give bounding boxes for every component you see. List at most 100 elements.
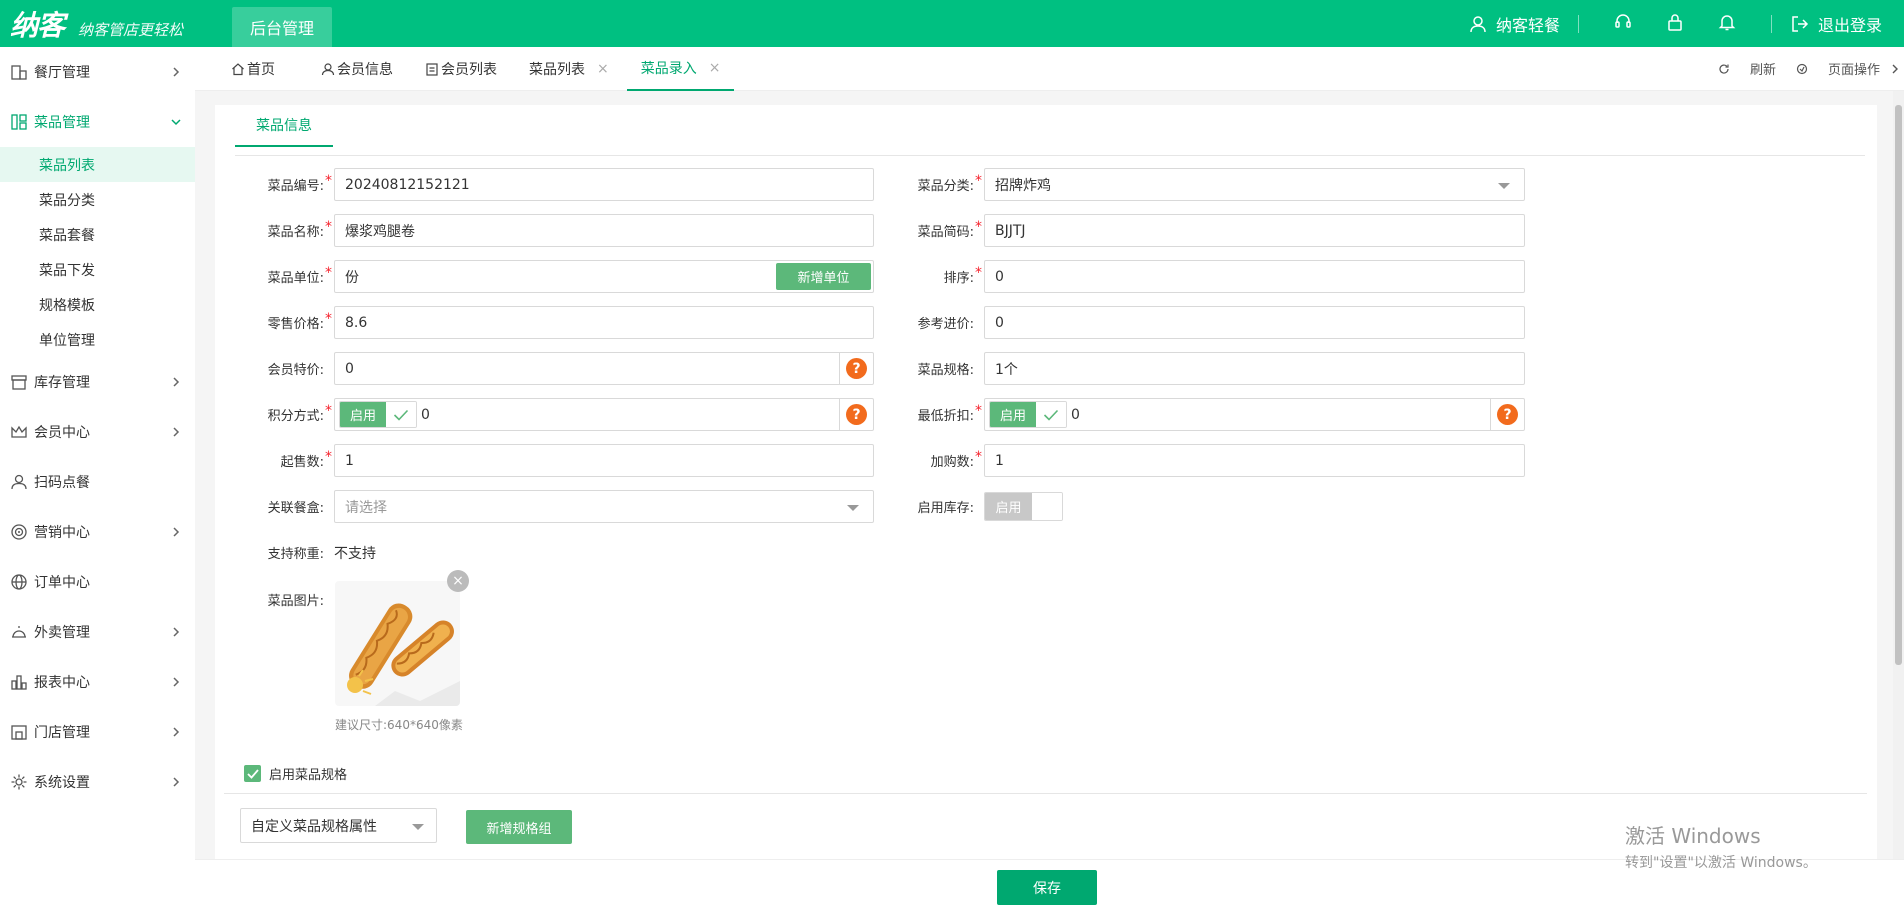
tab-member-info[interactable]: 会员信息 xyxy=(307,47,407,91)
close-icon[interactable]: × xyxy=(709,60,721,76)
required-mark: * xyxy=(325,265,332,281)
sidebar-item-inventory[interactable]: 库存管理 xyxy=(0,357,195,407)
required-mark: * xyxy=(975,449,982,465)
windows-activation-watermark: 激活 Windows 转到"设置"以激活 Windows。 xyxy=(1625,820,1817,872)
discount-toggle[interactable]: 启用 xyxy=(989,401,1067,428)
sort-input[interactable]: 0 xyxy=(984,260,1525,293)
tab-label: 菜品列表 xyxy=(529,61,585,78)
field-label: 起售数: xyxy=(280,455,324,470)
add-unit-button[interactable]: 新增单位 xyxy=(776,263,871,290)
lock-button[interactable] xyxy=(1661,12,1689,36)
help-button[interactable]: ? xyxy=(839,399,873,430)
chevron-right-icon xyxy=(173,727,180,737)
target-icon xyxy=(11,524,27,540)
field-label: 加购数: xyxy=(930,455,974,470)
sidebar-item-member[interactable]: 会员中心 xyxy=(0,407,195,457)
enable-spec-checkbox[interactable]: 启用菜品规格 xyxy=(244,764,347,783)
box-select[interactable]: 请选择 xyxy=(334,490,874,523)
ref-price-input[interactable]: 0 xyxy=(984,306,1525,339)
headset-button[interactable] xyxy=(1609,12,1637,36)
page-ops-icon xyxy=(1796,63,1808,74)
sidebar: 餐厅管理 菜品管理 菜品列表 菜品分类 菜品套餐 菜品下发 规格模板 单位管理 … xyxy=(0,47,195,911)
points-mode-input[interactable]: 启用 0 ? xyxy=(334,398,874,431)
chevron-right-icon xyxy=(173,777,180,787)
help-icon: ? xyxy=(846,404,867,425)
points-toggle[interactable]: 启用 xyxy=(339,401,417,428)
chevron-down-icon xyxy=(847,505,859,511)
row-dish-image: 菜品图片: xyxy=(242,590,334,609)
enable-spec-label: 启用菜品规格 xyxy=(269,768,348,783)
stock-toggle[interactable]: 启用 xyxy=(984,492,1063,521)
dish-code-input[interactable]: 20240812152121 xyxy=(334,168,874,201)
sidebar-item-reports[interactable]: 报表中心 xyxy=(0,657,195,707)
check-icon xyxy=(244,765,261,782)
dish-category-select[interactable]: 招牌炸鸡 xyxy=(984,168,1525,201)
sidebar-subitem-spec-template[interactable]: 规格模板 xyxy=(0,287,195,322)
sidebar-item-marketing[interactable]: 营销中心 xyxy=(0,507,195,557)
required-mark: * xyxy=(325,449,332,465)
box-placeholder: 请选择 xyxy=(345,499,387,516)
add-qty-input[interactable]: 1 xyxy=(984,444,1525,477)
sidebar-item-stores[interactable]: 门店管理 xyxy=(0,707,195,757)
member-price-input[interactable]: 0 ? xyxy=(334,352,874,385)
sidebar-subitem-dish-distribute[interactable]: 菜品下发 xyxy=(0,252,195,287)
help-button[interactable]: ? xyxy=(839,353,873,384)
sidebar-item-label: 餐厅管理 xyxy=(34,65,90,81)
help-button[interactable]: ? xyxy=(1490,399,1524,430)
sidebar-item-takeaway[interactable]: 外卖管理 xyxy=(0,607,195,657)
sidebar-item-dishes[interactable]: 菜品管理 xyxy=(0,97,195,147)
sidebar-subitem-dish-list[interactable]: 菜品列表 xyxy=(0,147,195,182)
tab-dish-entry[interactable]: 菜品录入 × xyxy=(626,47,735,91)
refresh-icon xyxy=(1719,63,1729,74)
toggle-label: 启用 xyxy=(340,402,386,427)
sidebar-item-scan-order[interactable]: 扫码点餐 xyxy=(0,457,195,507)
notification-button[interactable] xyxy=(1713,12,1741,36)
check-icon xyxy=(386,402,416,427)
row-dish-code: 菜品编号: * 20240812152121 xyxy=(242,168,874,201)
short-code-input[interactable]: BJJTJ xyxy=(984,214,1525,247)
required-mark: * xyxy=(975,403,982,419)
chevron-right-icon xyxy=(173,67,180,77)
sidebar-subitem-dish-combo[interactable]: 菜品套餐 xyxy=(0,217,195,252)
lock-icon xyxy=(1668,13,1682,31)
scrollbar-thumb[interactable] xyxy=(1895,105,1902,665)
dish-name-input[interactable]: 爆浆鸡腿卷 xyxy=(334,214,874,247)
remove-image-button[interactable]: × xyxy=(447,570,469,592)
tab-home[interactable]: 首页 xyxy=(217,47,289,91)
gear-icon xyxy=(11,774,27,790)
sidebar-subitem-dish-category[interactable]: 菜品分类 xyxy=(0,182,195,217)
min-qty-input[interactable]: 1 xyxy=(334,444,874,477)
module-tab-admin[interactable]: 后台管理 xyxy=(232,7,333,47)
section-tab-dish-info[interactable]: 菜品信息 xyxy=(235,105,333,147)
user-menu[interactable]: 纳客轻餐 xyxy=(1468,12,1560,36)
sidebar-item-settings[interactable]: 系统设置 xyxy=(0,757,195,807)
tab-member-list[interactable]: 会员列表 xyxy=(411,47,511,91)
tab-dish-list[interactable]: 菜品列表 × xyxy=(515,47,623,91)
row-add-qty: 加购数: * 1 xyxy=(892,444,1525,477)
save-button[interactable]: 保存 xyxy=(997,870,1097,905)
spec-attribute-select[interactable]: 自定义菜品规格属性 xyxy=(240,808,437,843)
logout-button[interactable]: 退出登录 xyxy=(1790,12,1882,36)
dish-spec-input[interactable]: 1个 xyxy=(984,352,1525,385)
dish-image[interactable] xyxy=(335,581,460,706)
sidebar-item-restaurant[interactable]: 餐厅管理 xyxy=(0,47,195,97)
help-icon: ? xyxy=(846,358,867,379)
chevron-right-icon xyxy=(173,527,180,537)
headset-icon xyxy=(1615,13,1631,28)
add-spec-group-button[interactable]: 新增规格组 xyxy=(466,810,572,844)
field-label: 积分方式: xyxy=(267,409,324,424)
refresh-button[interactable]: 刷新 xyxy=(1718,59,1776,78)
sidebar-item-label: 菜品管理 xyxy=(34,115,90,131)
sidebar-item-label: 外卖管理 xyxy=(34,625,90,641)
dish-unit-input[interactable]: 份 新增单位 xyxy=(334,260,874,293)
min-discount-input[interactable]: 启用 0 ? xyxy=(984,398,1525,431)
page-ops-button[interactable]: 页面操作 xyxy=(1796,59,1880,78)
close-icon[interactable]: × xyxy=(597,61,609,77)
chevron-down-icon xyxy=(1498,183,1510,189)
chevron-right-icon xyxy=(173,627,180,637)
grid-icon xyxy=(11,114,27,130)
sidebar-subitem-unit-management[interactable]: 单位管理 xyxy=(0,322,195,357)
retail-price-input[interactable]: 8.6 xyxy=(334,306,874,339)
chevron-right-icon[interactable] xyxy=(1890,63,1900,75)
sidebar-item-orders[interactable]: 订单中心 xyxy=(0,557,195,607)
